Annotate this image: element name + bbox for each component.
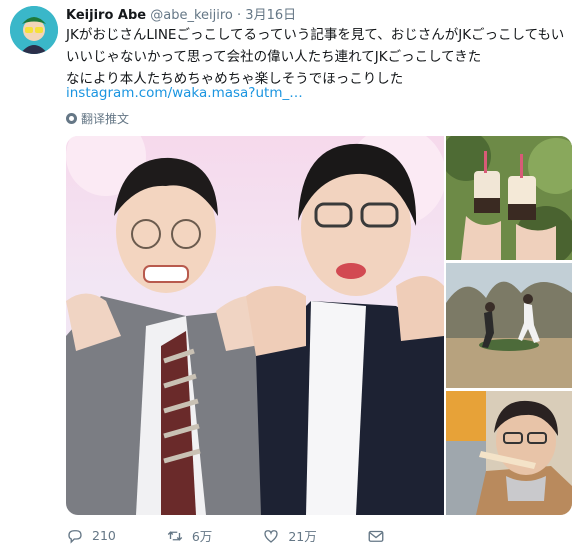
translate-label: 翻译推文: [81, 112, 130, 126]
reply-icon: [68, 529, 82, 544]
photo-jumping-image: [446, 263, 572, 388]
reply-count: 210: [92, 528, 116, 543]
heart-icon: [264, 529, 278, 543]
tweet-header: Keijiro Abe @abe_keijiro · 3月16日: [66, 4, 296, 23]
globe-icon: [66, 113, 77, 124]
photo-main[interactable]: [66, 136, 444, 515]
photo-bubble-tea-image: [446, 136, 572, 260]
photo-main-image: [66, 136, 444, 515]
reply-button[interactable]: 210: [66, 527, 116, 545]
dm-button[interactable]: [367, 527, 385, 545]
tweet-actions: 210 6万 21万: [66, 526, 435, 545]
photo-selfie-image: [446, 391, 572, 515]
tweet-text-line: JKがおじさんLINEごっこしてるっていう記事を見て、おじさんがJKごっこしても…: [66, 27, 565, 43]
retweet-count: 6万: [191, 529, 213, 544]
separator-dot: ·: [237, 8, 242, 23]
photo-selfie[interactable]: [446, 391, 572, 515]
mail-icon: [368, 530, 384, 542]
like-count: 21万: [288, 529, 317, 544]
photo-jumping[interactable]: [446, 263, 572, 388]
tweet-text-line: いいじゃないかって思って会社の偉い人たち連れてJKごっこしてきた: [66, 49, 482, 65]
tweet-text: JKがおじさんLINEごっこしてるっていう記事を見て、おじさんがJKごっこしても…: [66, 24, 566, 90]
retweet-icon: [167, 530, 183, 541]
translate-button[interactable]: 翻译推文: [66, 110, 129, 127]
avatar-image: [10, 6, 58, 54]
avatar[interactable]: [10, 6, 58, 54]
like-button[interactable]: 21万: [262, 526, 317, 545]
tweet-date[interactable]: 3月16日: [245, 8, 296, 23]
user-handle[interactable]: @abe_keijiro: [150, 8, 233, 23]
photo-bubble-tea[interactable]: [446, 136, 572, 260]
media-grid: [66, 136, 572, 515]
display-name[interactable]: Keijiro Abe: [66, 8, 146, 23]
retweet-button[interactable]: 6万: [166, 526, 212, 545]
tweet-link[interactable]: instagram.com/waka.masa?utm_…: [66, 85, 303, 101]
